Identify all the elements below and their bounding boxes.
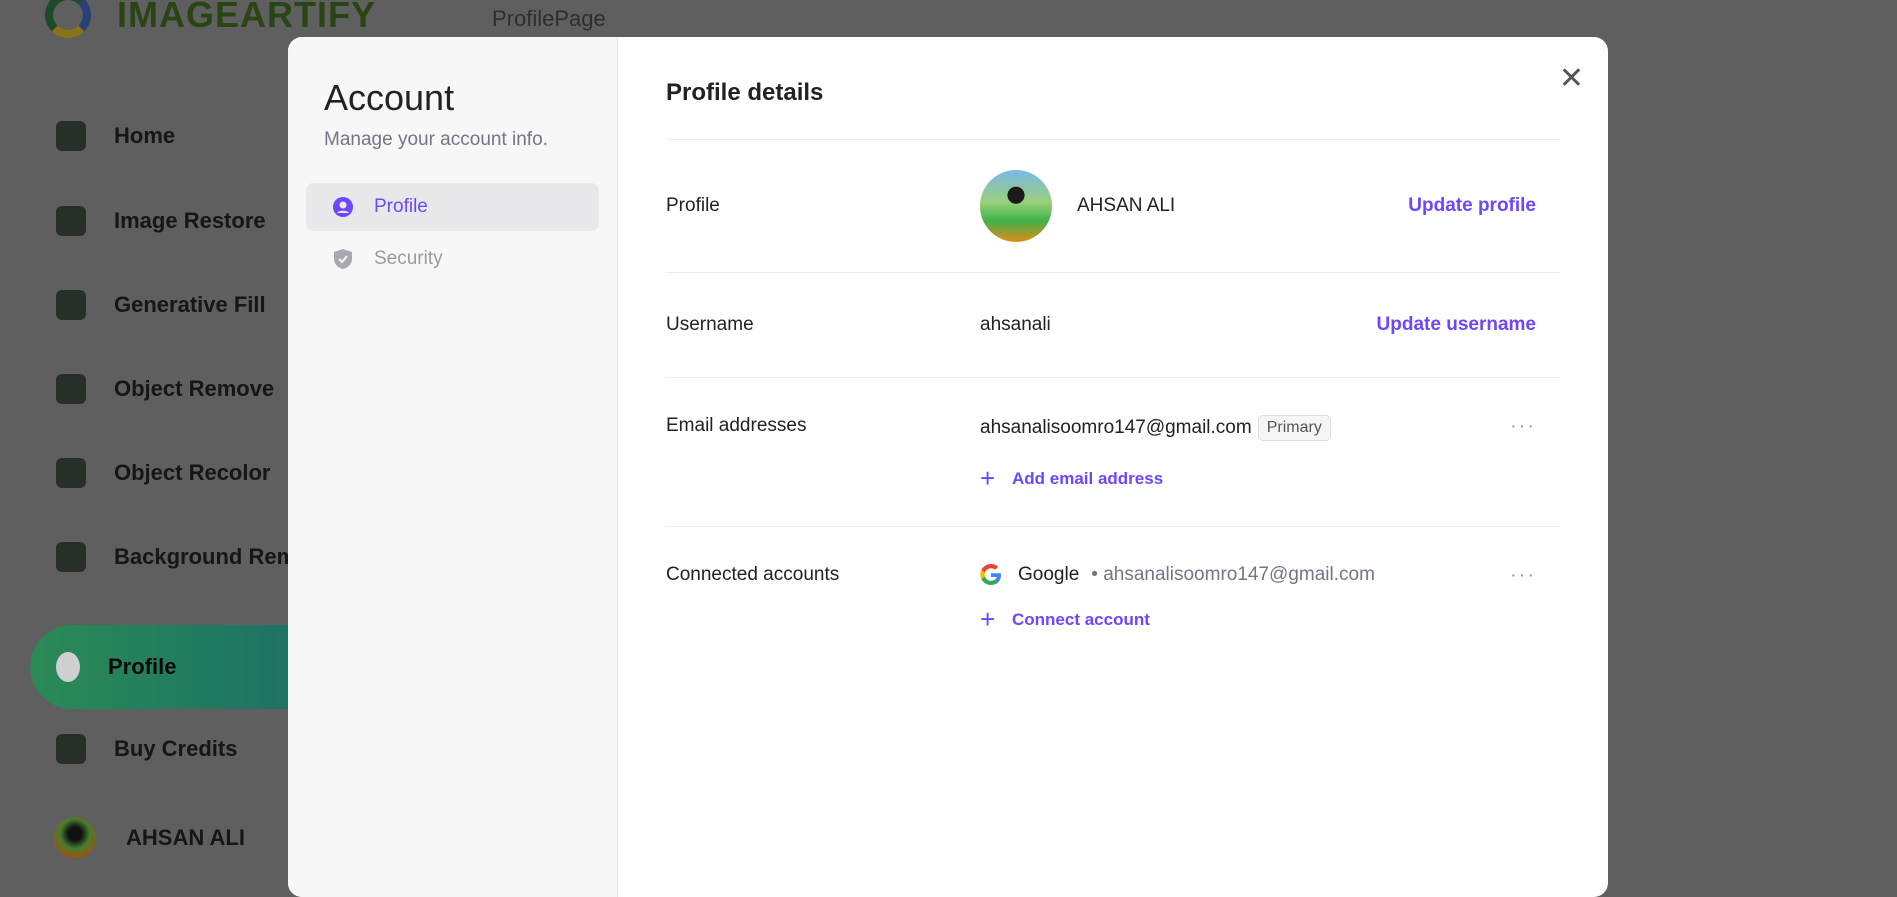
update-username-button[interactable]: Update username (1377, 314, 1536, 336)
avatar (54, 817, 96, 859)
connect-account-button[interactable]: + Connect account (980, 604, 1560, 635)
sidebar-item-label: Generative Fill (114, 292, 266, 317)
row-value: ahsanali Update username (980, 314, 1560, 336)
sidebar-item-background-remove[interactable]: Background Remove (30, 527, 334, 587)
row-value: ahsanalisoomro147@gmail.com Primary ··· + A… (980, 415, 1560, 526)
nav-label: Profile (374, 196, 428, 217)
sidebar-item-label: Object Recolor (114, 460, 271, 485)
sidebar-item-label: Profile (108, 654, 177, 679)
avatar (980, 170, 1052, 242)
sidebar-item-label: Object Remove (114, 376, 275, 401)
shield-check-icon (333, 249, 353, 269)
nav-label: Security (374, 248, 443, 269)
sidebar-item-profile[interactable]: Profile (30, 625, 330, 709)
logo-icon (45, 0, 91, 38)
plus-icon: + (980, 604, 996, 634)
email-row: Email addresses ahsanalisoomro147@gmail.… (666, 378, 1560, 527)
page-title: ProfilePage (492, 6, 606, 31)
more-options-icon[interactable]: ··· (1510, 564, 1536, 587)
connected-email: • ahsanalisoomro147@gmail.com (1091, 564, 1375, 585)
scan-icon (56, 374, 86, 404)
username-value: ahsanali (980, 314, 1051, 335)
brand-name: IMAGEARTIFY (117, 0, 376, 35)
plus-icon: + (980, 463, 996, 493)
primary-badge: Primary (1257, 415, 1331, 441)
connected-accounts-row: Connected accounts Google • ahsanalisoom… (666, 527, 1560, 635)
connect-account-label: Connect account (1012, 609, 1150, 629)
account-subtitle: Manage your account info. (324, 129, 548, 150)
row-value: AHSAN ALI Update profile (980, 170, 1560, 242)
image-icon (56, 206, 86, 236)
profile-row: Profile AHSAN ALI Update profile (666, 140, 1560, 273)
sidebar-item-label: Home (114, 123, 176, 148)
row-label: Connected accounts (666, 564, 840, 585)
update-profile-button[interactable]: Update profile (1408, 195, 1536, 217)
row-value: Google • ahsanalisoomro147@gmail.com ···… (980, 564, 1560, 635)
account-title: Account (324, 77, 455, 118)
profile-name: AHSAN ALI (1077, 195, 1176, 216)
row-label: Profile (666, 195, 720, 216)
camera-icon (56, 542, 86, 572)
add-email-button[interactable]: + Add email address (980, 463, 1560, 494)
add-email-label: Add email address (1012, 468, 1164, 488)
section-title: Profile details (666, 77, 1560, 140)
sidebar-item-label: Buy Credits (114, 736, 238, 761)
nav-security[interactable]: Security (306, 235, 599, 283)
row-label: Email addresses (666, 415, 807, 436)
filter-icon (56, 458, 86, 488)
user-circle-icon (333, 197, 353, 217)
sidebar-item-home[interactable]: Home (30, 106, 330, 166)
sidebar-item-image-restore[interactable]: Image Restore (30, 191, 330, 251)
sidebar-item-label: Image Restore (114, 208, 266, 233)
username-row: Username ahsanali Update username (666, 273, 1560, 378)
google-icon (980, 564, 1002, 586)
sidebar-user[interactable]: AHSAN ALI (30, 808, 330, 868)
email-value: ahsanalisoomro147@gmail.com (980, 417, 1252, 439)
row-label: Username (666, 314, 754, 335)
nav-profile[interactable]: Profile (306, 183, 599, 231)
bag-icon (56, 734, 86, 764)
user-name: AHSAN ALI (126, 825, 245, 850)
more-options-icon[interactable]: ··· (1510, 415, 1536, 438)
profile-details-panel: ✕ Profile details Profile AHSAN ALI Upda… (618, 37, 1608, 897)
user-icon (56, 652, 80, 682)
account-modal: Account Manage your account info. Profil… (288, 37, 1608, 897)
sparkles-icon (56, 290, 86, 320)
sidebar-item-object-remove[interactable]: Object Remove (30, 359, 330, 419)
account-nav-panel: Account Manage your account info. Profil… (288, 37, 618, 897)
close-icon[interactable]: ✕ (1559, 61, 1584, 96)
provider-name: Google (1018, 564, 1080, 585)
sidebar-item-buy-credits[interactable]: Buy Credits (30, 719, 330, 779)
sidebar-item-object-recolor[interactable]: Object Recolor (30, 443, 330, 503)
sidebar-item-generative-fill[interactable]: Generative Fill (30, 275, 330, 335)
home-icon (56, 121, 86, 151)
